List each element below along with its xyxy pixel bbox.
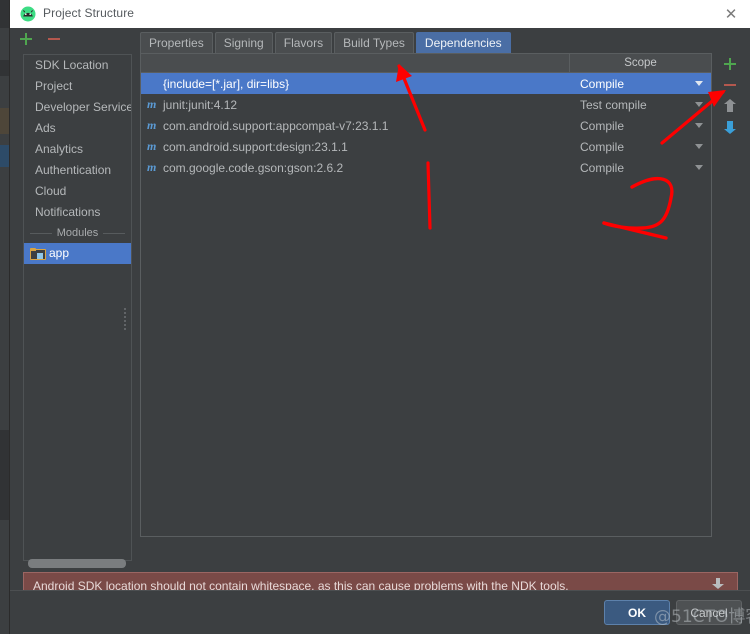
dependency-actions-toolbar — [717, 53, 743, 176]
dialog-body: SDK Location Project Developer Services … — [10, 28, 750, 590]
dependency-scope-value: Test compile — [580, 98, 647, 112]
sidebar-horizontal-scrollbar[interactable] — [28, 559, 126, 568]
table-row[interactable]: m com.android.support:design:23.1.1 Comp… — [141, 136, 711, 157]
dialog-titlebar: Project Structure ✕ — [10, 0, 750, 29]
sidebar-item-sdk-location[interactable]: SDK Location — [24, 55, 131, 76]
screenshot-root: Project Structure ✕ SDK Location Project… — [0, 0, 750, 634]
sidebar-item-developer-services[interactable]: Developer Services — [24, 97, 131, 118]
add-dependency-button[interactable] — [722, 56, 738, 72]
separator-line-left — [30, 233, 52, 234]
dependency-name: com.android.support:appcompat-v7:23.1.1 — [163, 119, 388, 133]
dependency-name-cell: m com.google.code.gson:gson:2.6.2 — [141, 160, 570, 175]
dependency-name: com.android.support:design:23.1.1 — [163, 140, 348, 154]
module-tabs: Properties Signing Flavors Build Types D… — [140, 32, 511, 53]
separator-line-right — [103, 233, 125, 234]
sidebar-item-app[interactable]: app — [24, 243, 131, 264]
table-row[interactable]: m junit:junit:4.12 Test compile — [141, 94, 711, 115]
tab-flavors[interactable]: Flavors — [275, 32, 332, 53]
tab-properties[interactable]: Properties — [140, 32, 213, 53]
sidebar-item-label: app — [49, 243, 69, 264]
maven-icon: m — [147, 139, 158, 154]
table-row[interactable]: m com.android.support:appcompat-v7:23.1.… — [141, 115, 711, 136]
sidebar-item-analytics[interactable]: Analytics — [24, 139, 131, 160]
table-row[interactable]: {include=[*.jar], dir=libs} Compile — [141, 73, 711, 94]
dependency-name-cell: m com.android.support:design:23.1.1 — [141, 139, 570, 154]
dependency-scope-cell[interactable]: Compile — [570, 119, 711, 133]
dependency-scope-value: Compile — [580, 140, 624, 154]
maven-icon: m — [147, 118, 158, 133]
dependency-name-cell: m junit:junit:4.12 — [141, 97, 570, 112]
project-structure-dialog: Project Structure ✕ SDK Location Project… — [10, 0, 750, 634]
dependency-scope-cell[interactable]: Compile — [570, 77, 711, 91]
sidebar-item-project[interactable]: Project — [24, 76, 131, 97]
module-settings-panel: Properties Signing Flavors Build Types D… — [134, 32, 734, 562]
tab-dependencies[interactable]: Dependencies — [416, 32, 511, 53]
chevron-down-icon[interactable] — [695, 123, 703, 128]
column-header-scope[interactable]: Scope — [570, 54, 711, 72]
table-header-row: Scope — [141, 54, 711, 73]
arrow-down-icon[interactable] — [723, 119, 737, 135]
chevron-down-icon[interactable] — [695, 81, 703, 86]
maven-icon: m — [147, 97, 158, 112]
dependency-scope-cell[interactable]: Compile — [570, 140, 711, 154]
add-module-button[interactable] — [18, 31, 34, 47]
remove-module-button[interactable] — [46, 31, 62, 47]
sidebar-item-notifications[interactable]: Notifications — [24, 202, 131, 223]
modules-separator: Modules — [24, 223, 131, 243]
column-header-name[interactable] — [141, 54, 570, 72]
modules-separator-label: Modules — [57, 227, 99, 239]
sidebar-item-ads[interactable]: Ads — [24, 118, 131, 139]
tab-build-types[interactable]: Build Types — [334, 32, 414, 53]
dependency-scope-value: Compile — [580, 77, 624, 91]
dependencies-table: Scope {include=[*.jar], dir=libs} Compil… — [140, 53, 712, 537]
dialog-footer: OK Cancel — [10, 590, 750, 634]
dialog-title: Project Structure — [43, 6, 134, 20]
dependency-name-cell: m com.android.support:appcompat-v7:23.1.… — [141, 118, 570, 133]
dependency-scope-value: Compile — [580, 119, 624, 133]
dependency-scope-value: Compile — [580, 161, 624, 175]
chevron-down-icon[interactable] — [695, 102, 703, 107]
table-row[interactable]: m com.google.code.gson:gson:2.6.2 Compil… — [141, 157, 711, 178]
android-studio-icon — [20, 6, 36, 22]
dependency-name: {include=[*.jar], dir=libs} — [163, 77, 289, 91]
tab-signing[interactable]: Signing — [215, 32, 273, 53]
maven-icon: m — [147, 160, 158, 175]
dependency-scope-cell[interactable]: Compile — [570, 161, 711, 175]
sidebar-item-authentication[interactable]: Authentication — [24, 160, 131, 181]
close-icon[interactable]: ✕ — [722, 5, 740, 23]
ok-button[interactable]: OK — [604, 600, 670, 625]
panel-splitter-handle[interactable] — [122, 306, 128, 336]
arrow-up-icon[interactable] — [723, 98, 737, 114]
dependency-name: com.google.code.gson:gson:2.6.2 — [163, 161, 343, 175]
dependency-name-cell: {include=[*.jar], dir=libs} — [141, 77, 570, 91]
dependency-name: junit:junit:4.12 — [163, 98, 237, 112]
remove-dependency-button[interactable] — [722, 77, 738, 93]
sidebar-item-cloud[interactable]: Cloud — [24, 181, 131, 202]
dependency-scope-cell[interactable]: Test compile — [570, 98, 711, 112]
cancel-button[interactable]: Cancel — [676, 600, 742, 625]
chevron-down-icon[interactable] — [695, 144, 703, 149]
folder-icon — [30, 248, 44, 260]
chevron-down-icon[interactable] — [695, 165, 703, 170]
settings-sidebar: SDK Location Project Developer Services … — [23, 54, 132, 561]
